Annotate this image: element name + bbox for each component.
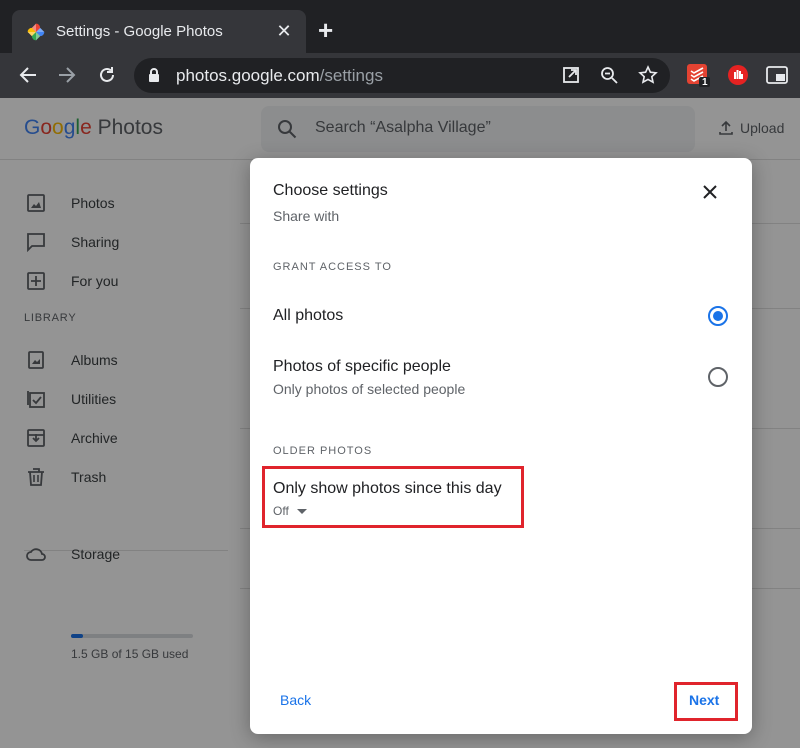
tab-close-icon[interactable]: ✕ bbox=[274, 21, 294, 42]
picture-in-picture-icon[interactable] bbox=[765, 63, 789, 87]
todoist-extension-icon[interactable]: 1 bbox=[686, 63, 710, 88]
reload-icon[interactable] bbox=[95, 63, 119, 87]
dialog-title: Choose settings bbox=[273, 182, 388, 199]
tab-title: Settings - Google Photos bbox=[56, 23, 223, 40]
option-all-photos-label: All photos bbox=[273, 307, 344, 324]
lock-icon bbox=[149, 68, 159, 82]
back-arrow-icon[interactable] bbox=[16, 63, 40, 87]
option-all-photos[interactable]: All photos bbox=[273, 307, 733, 325]
back-button[interactable]: Back bbox=[280, 692, 311, 708]
close-icon[interactable] bbox=[698, 180, 722, 204]
dialog-subtitle: Share with bbox=[273, 208, 340, 224]
url-text: photos.google.com/settings bbox=[176, 66, 383, 85]
share-settings-dialog: Choose settings Share with GRANT ACCESS … bbox=[250, 158, 752, 734]
all-photos-radio[interactable] bbox=[708, 306, 728, 326]
browser-toolbar: photos.google.com/settings 1 bbox=[0, 53, 800, 98]
older-photos-label: OLDER PHOTOS bbox=[273, 445, 373, 457]
zoom-icon[interactable] bbox=[598, 64, 620, 86]
option-specific-people[interactable]: Photos of specific people Only photos of… bbox=[273, 358, 733, 397]
bookmark-star-icon[interactable] bbox=[637, 64, 659, 86]
specific-people-radio[interactable] bbox=[708, 367, 728, 387]
browser-tab[interactable]: Settings - Google Photos ✕ bbox=[12, 10, 306, 53]
forward-arrow-icon[interactable] bbox=[55, 63, 79, 87]
since-date-value: Off bbox=[273, 504, 289, 518]
adblock-extension-icon[interactable] bbox=[726, 63, 750, 87]
new-tab-button[interactable]: + bbox=[318, 16, 333, 44]
open-external-icon[interactable] bbox=[560, 64, 582, 86]
next-button[interactable]: Next bbox=[689, 692, 719, 708]
option-specific-people-label: Photos of specific people bbox=[273, 358, 451, 375]
since-date-dropdown[interactable]: Off bbox=[273, 504, 307, 518]
dropdown-caret-icon bbox=[296, 508, 307, 514]
grant-access-label: GRANT ACCESS TO bbox=[273, 261, 392, 273]
address-bar[interactable]: photos.google.com/settings bbox=[134, 58, 670, 93]
extension-badge: 1 bbox=[702, 77, 708, 88]
only-show-since-label[interactable]: Only show photos since this day bbox=[273, 480, 502, 498]
google-photos-favicon-icon bbox=[27, 23, 45, 40]
browser-tabstrip: Settings - Google Photos ✕ + bbox=[0, 0, 800, 53]
option-specific-people-sublabel: Only photos of selected people bbox=[273, 381, 466, 397]
